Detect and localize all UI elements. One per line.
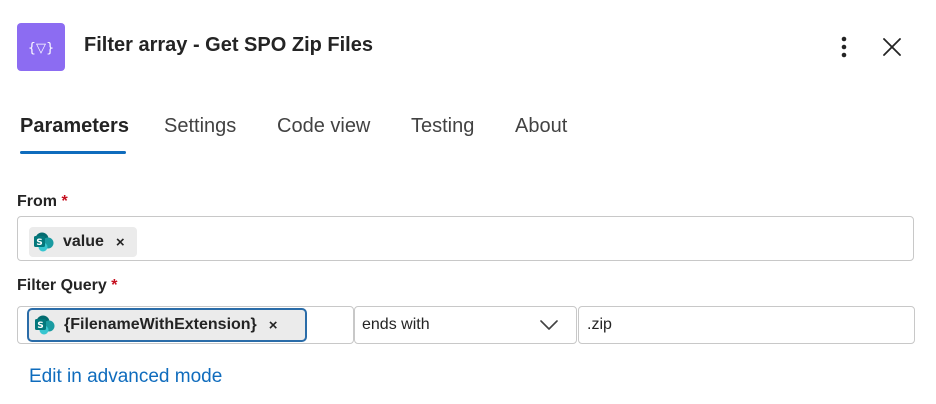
remove-token-button[interactable]: × (116, 235, 125, 250)
action-panel: {▽} Filter array - Get SPO Zip Files Par… (0, 0, 936, 404)
filter-query-right-input[interactable]: .zip (578, 306, 915, 344)
sharepoint-icon: S (33, 231, 55, 253)
value-token[interactable]: S value × (29, 227, 137, 257)
tab-settings[interactable]: Settings (164, 108, 236, 144)
remove-token-button[interactable]: × (269, 318, 278, 333)
filename-token[interactable]: S {FilenameWithExtension} × (27, 308, 307, 342)
chevron-down-icon (540, 320, 558, 330)
panel-title: Filter array - Get SPO Zip Files (84, 34, 373, 56)
sharepoint-icon: S (34, 314, 56, 336)
from-label: From * (17, 193, 68, 211)
edit-advanced-mode-link[interactable]: Edit in advanced mode (29, 366, 222, 388)
active-tab-indicator (20, 151, 126, 154)
svg-text:{▽}: {▽} (28, 41, 54, 56)
from-input[interactable]: S value × (17, 216, 914, 261)
filename-token-label: {FilenameWithExtension} (64, 316, 257, 333)
from-label-text: From (17, 193, 57, 210)
more-vertical-icon (841, 36, 847, 58)
operator-value: ends with (362, 316, 430, 333)
close-icon (883, 38, 901, 56)
more-options-button[interactable] (830, 32, 858, 62)
tab-code-view[interactable]: Code view (277, 108, 370, 144)
filter-array-icon: {▽} (17, 23, 65, 71)
close-button[interactable] (878, 32, 906, 62)
operator-dropdown[interactable]: ends with (354, 306, 577, 344)
tab-about[interactable]: About (515, 108, 567, 144)
svg-text:S: S (36, 238, 42, 248)
svg-text:S: S (37, 321, 43, 331)
tab-parameters[interactable]: Parameters (20, 108, 129, 144)
tab-testing[interactable]: Testing (411, 108, 474, 144)
tab-list: Parameters Settings Code view Testing Ab… (0, 108, 936, 158)
required-mark: * (111, 277, 118, 294)
value-token-label: value (63, 233, 104, 250)
filter-query-label-text: Filter Query (17, 277, 107, 294)
required-mark: * (61, 193, 68, 210)
filter-query-label: Filter Query * (17, 277, 118, 295)
